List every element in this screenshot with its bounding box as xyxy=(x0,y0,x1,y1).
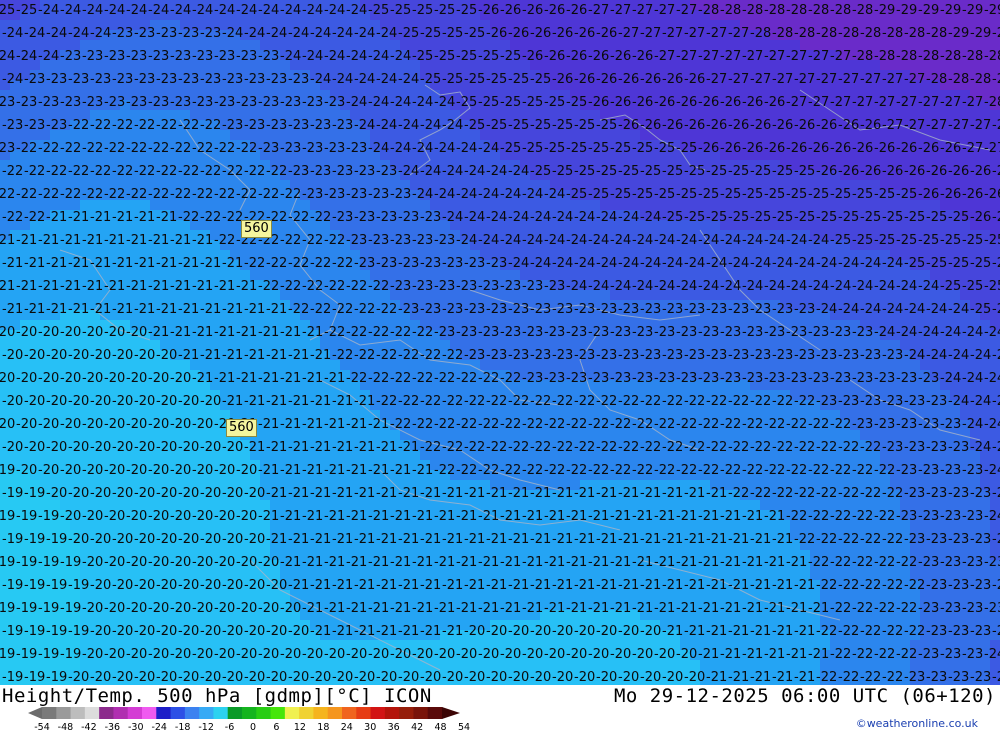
map-canvas: -25-25-24-24-24-24-24-24-24-24-24-24-24-… xyxy=(0,0,1000,685)
temperature-map: -25-25-24-24-24-24-24-24-24-24-24-24-24-… xyxy=(0,0,1000,685)
